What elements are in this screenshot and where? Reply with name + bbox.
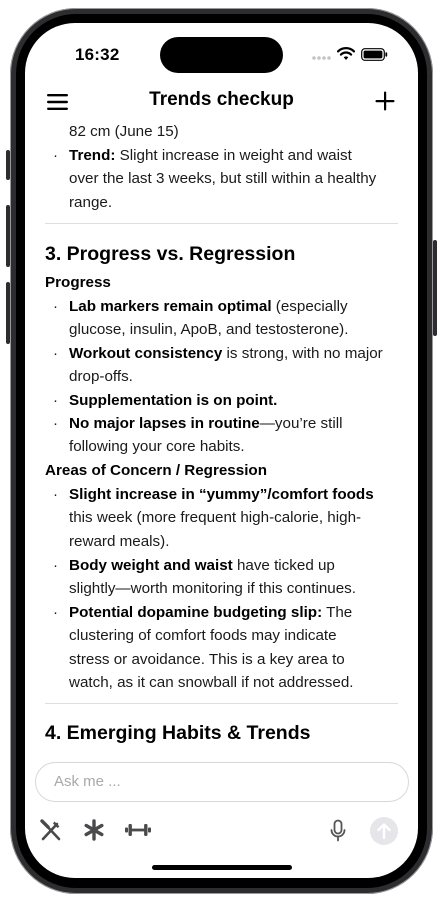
concern-heading: Areas of Concern / Regression bbox=[45, 462, 267, 479]
list-item: · Trend: Slight increase in weight and w… bbox=[53, 144, 398, 216]
list-item: · Workout consistency is strong, with no… bbox=[53, 342, 398, 390]
fork-knife-icon[interactable] bbox=[40, 819, 62, 846]
nav-header: Trends checkup bbox=[25, 83, 418, 123]
bullet-dot: · bbox=[53, 147, 58, 164]
item-text: is strong, with no major bbox=[222, 345, 383, 362]
arrow-up-icon bbox=[370, 823, 398, 849]
divider bbox=[45, 703, 398, 704]
item-text-line3: stress or avoidance. This is a key area … bbox=[69, 650, 345, 668]
list-item-body: Trend: Slight increase in weight and wai… bbox=[69, 144, 399, 214]
list-item: · Lab markers remain optimal (especially… bbox=[53, 295, 398, 343]
asterisk-icon[interactable] bbox=[83, 819, 105, 846]
dynamic-island bbox=[160, 37, 283, 73]
bullet-dot: · bbox=[53, 486, 58, 503]
item-bold-text: Supplementation is on point. bbox=[69, 392, 278, 409]
trend-text-line3: range. bbox=[69, 193, 113, 211]
progress-heading: Progress bbox=[45, 274, 111, 291]
page-title: Trends checkup bbox=[149, 89, 294, 110]
item-text: have ticked up bbox=[232, 557, 335, 574]
bullet-dot: · bbox=[53, 345, 58, 362]
list-item-body: Lab markers remain optimal (especially g… bbox=[69, 295, 399, 342]
trend-label: Trend: bbox=[69, 147, 116, 164]
list-item-body: Workout consistency is strong, with no m… bbox=[69, 342, 399, 389]
list-item-body: Potential dopamine budgeting slip: The c… bbox=[69, 601, 399, 695]
item-text-line3: reward meals). bbox=[69, 532, 170, 550]
section-heading: 3. Progress vs. Regression bbox=[45, 243, 296, 265]
wifi-icon bbox=[336, 47, 356, 66]
bullet-dot: · bbox=[53, 392, 58, 409]
item-text-line4: watch, as it can snowball if not address… bbox=[69, 674, 354, 692]
ask-input[interactable] bbox=[52, 772, 386, 791]
mute-switch bbox=[6, 150, 10, 180]
item-text-line2: this week (more frequent high-calorie, h… bbox=[69, 509, 362, 527]
list-item: · Potential dopamine budgeting slip: The… bbox=[53, 601, 398, 697]
chat-content[interactable]: 82 cm (June 15) · Trend: Slight increase… bbox=[25, 119, 418, 755]
dumbbell-icon[interactable] bbox=[125, 821, 151, 844]
send-button[interactable] bbox=[370, 817, 398, 845]
microphone-icon[interactable] bbox=[329, 819, 347, 848]
item-text-line2: glucose, insulin, ApoB, and testosterone… bbox=[69, 321, 349, 339]
continuation-text: 82 cm (June 15) bbox=[69, 123, 179, 140]
trend-text: Slight increase in weight and waist bbox=[115, 147, 352, 164]
item-bold-text: No major lapses in routine bbox=[69, 415, 260, 432]
item-bold-text: Slight increase in “yummy”/comfort foods bbox=[69, 486, 374, 503]
signal-dots-icon bbox=[311, 48, 331, 66]
status-icons bbox=[311, 47, 388, 66]
battery-icon bbox=[361, 47, 388, 66]
home-indicator[interactable] bbox=[152, 865, 292, 870]
item-text: (especially bbox=[271, 298, 348, 315]
list-item: · Body weight and waist have ticked up s… bbox=[53, 554, 398, 602]
list-item: · No major lapses in routine—you’re stil… bbox=[53, 412, 398, 460]
section-heading: 4. Emerging Habits & Trends bbox=[45, 722, 311, 744]
ask-input-container[interactable] bbox=[35, 762, 409, 802]
bottom-toolbar bbox=[25, 813, 418, 853]
list-item: · Supplementation is on point. bbox=[53, 389, 398, 413]
volume-down-button bbox=[6, 282, 10, 344]
new-chat-plus-icon[interactable] bbox=[374, 90, 396, 112]
trend-text-line2: over the last 3 weeks, but still within … bbox=[69, 170, 377, 188]
item-text: —you’re still bbox=[259, 415, 343, 432]
item-bold-text: Body weight and waist bbox=[69, 557, 233, 574]
volume-up-button bbox=[6, 205, 10, 267]
item-text-line2: clustering of comfort foods may indicate bbox=[69, 627, 337, 645]
item-text: The bbox=[322, 604, 353, 621]
item-text-line2: following your core habits. bbox=[69, 438, 245, 456]
list-item-body: Supplementation is on point. bbox=[69, 389, 399, 412]
item-bold-text: Lab markers remain optimal bbox=[69, 298, 272, 315]
item-text-line2: drop-offs. bbox=[69, 368, 133, 386]
list-item-body: No major lapses in routine—you’re still … bbox=[69, 412, 399, 459]
power-button bbox=[433, 240, 437, 336]
bullet-dot: · bbox=[53, 557, 58, 574]
list-item: · Slight increase in “yummy”/comfort foo… bbox=[53, 483, 398, 555]
list-item-body: Slight increase in “yummy”/comfort foods… bbox=[69, 483, 399, 553]
bullet-dot: · bbox=[53, 415, 58, 432]
item-bold-text: Potential dopamine budgeting slip: bbox=[69, 604, 323, 621]
bullet-dot: · bbox=[53, 604, 58, 621]
screen: 16:32 Trends checkup 82 cm (June 15) · T… bbox=[25, 23, 418, 878]
status-time: 16:32 bbox=[75, 45, 120, 64]
divider bbox=[45, 223, 398, 224]
item-text-line2: slightly—worth monitoring if this contin… bbox=[69, 580, 356, 598]
bullet-dot: · bbox=[53, 298, 58, 315]
item-bold-text: Workout consistency bbox=[69, 345, 223, 362]
list-item-body: Body weight and waist have ticked up sli… bbox=[69, 554, 399, 601]
